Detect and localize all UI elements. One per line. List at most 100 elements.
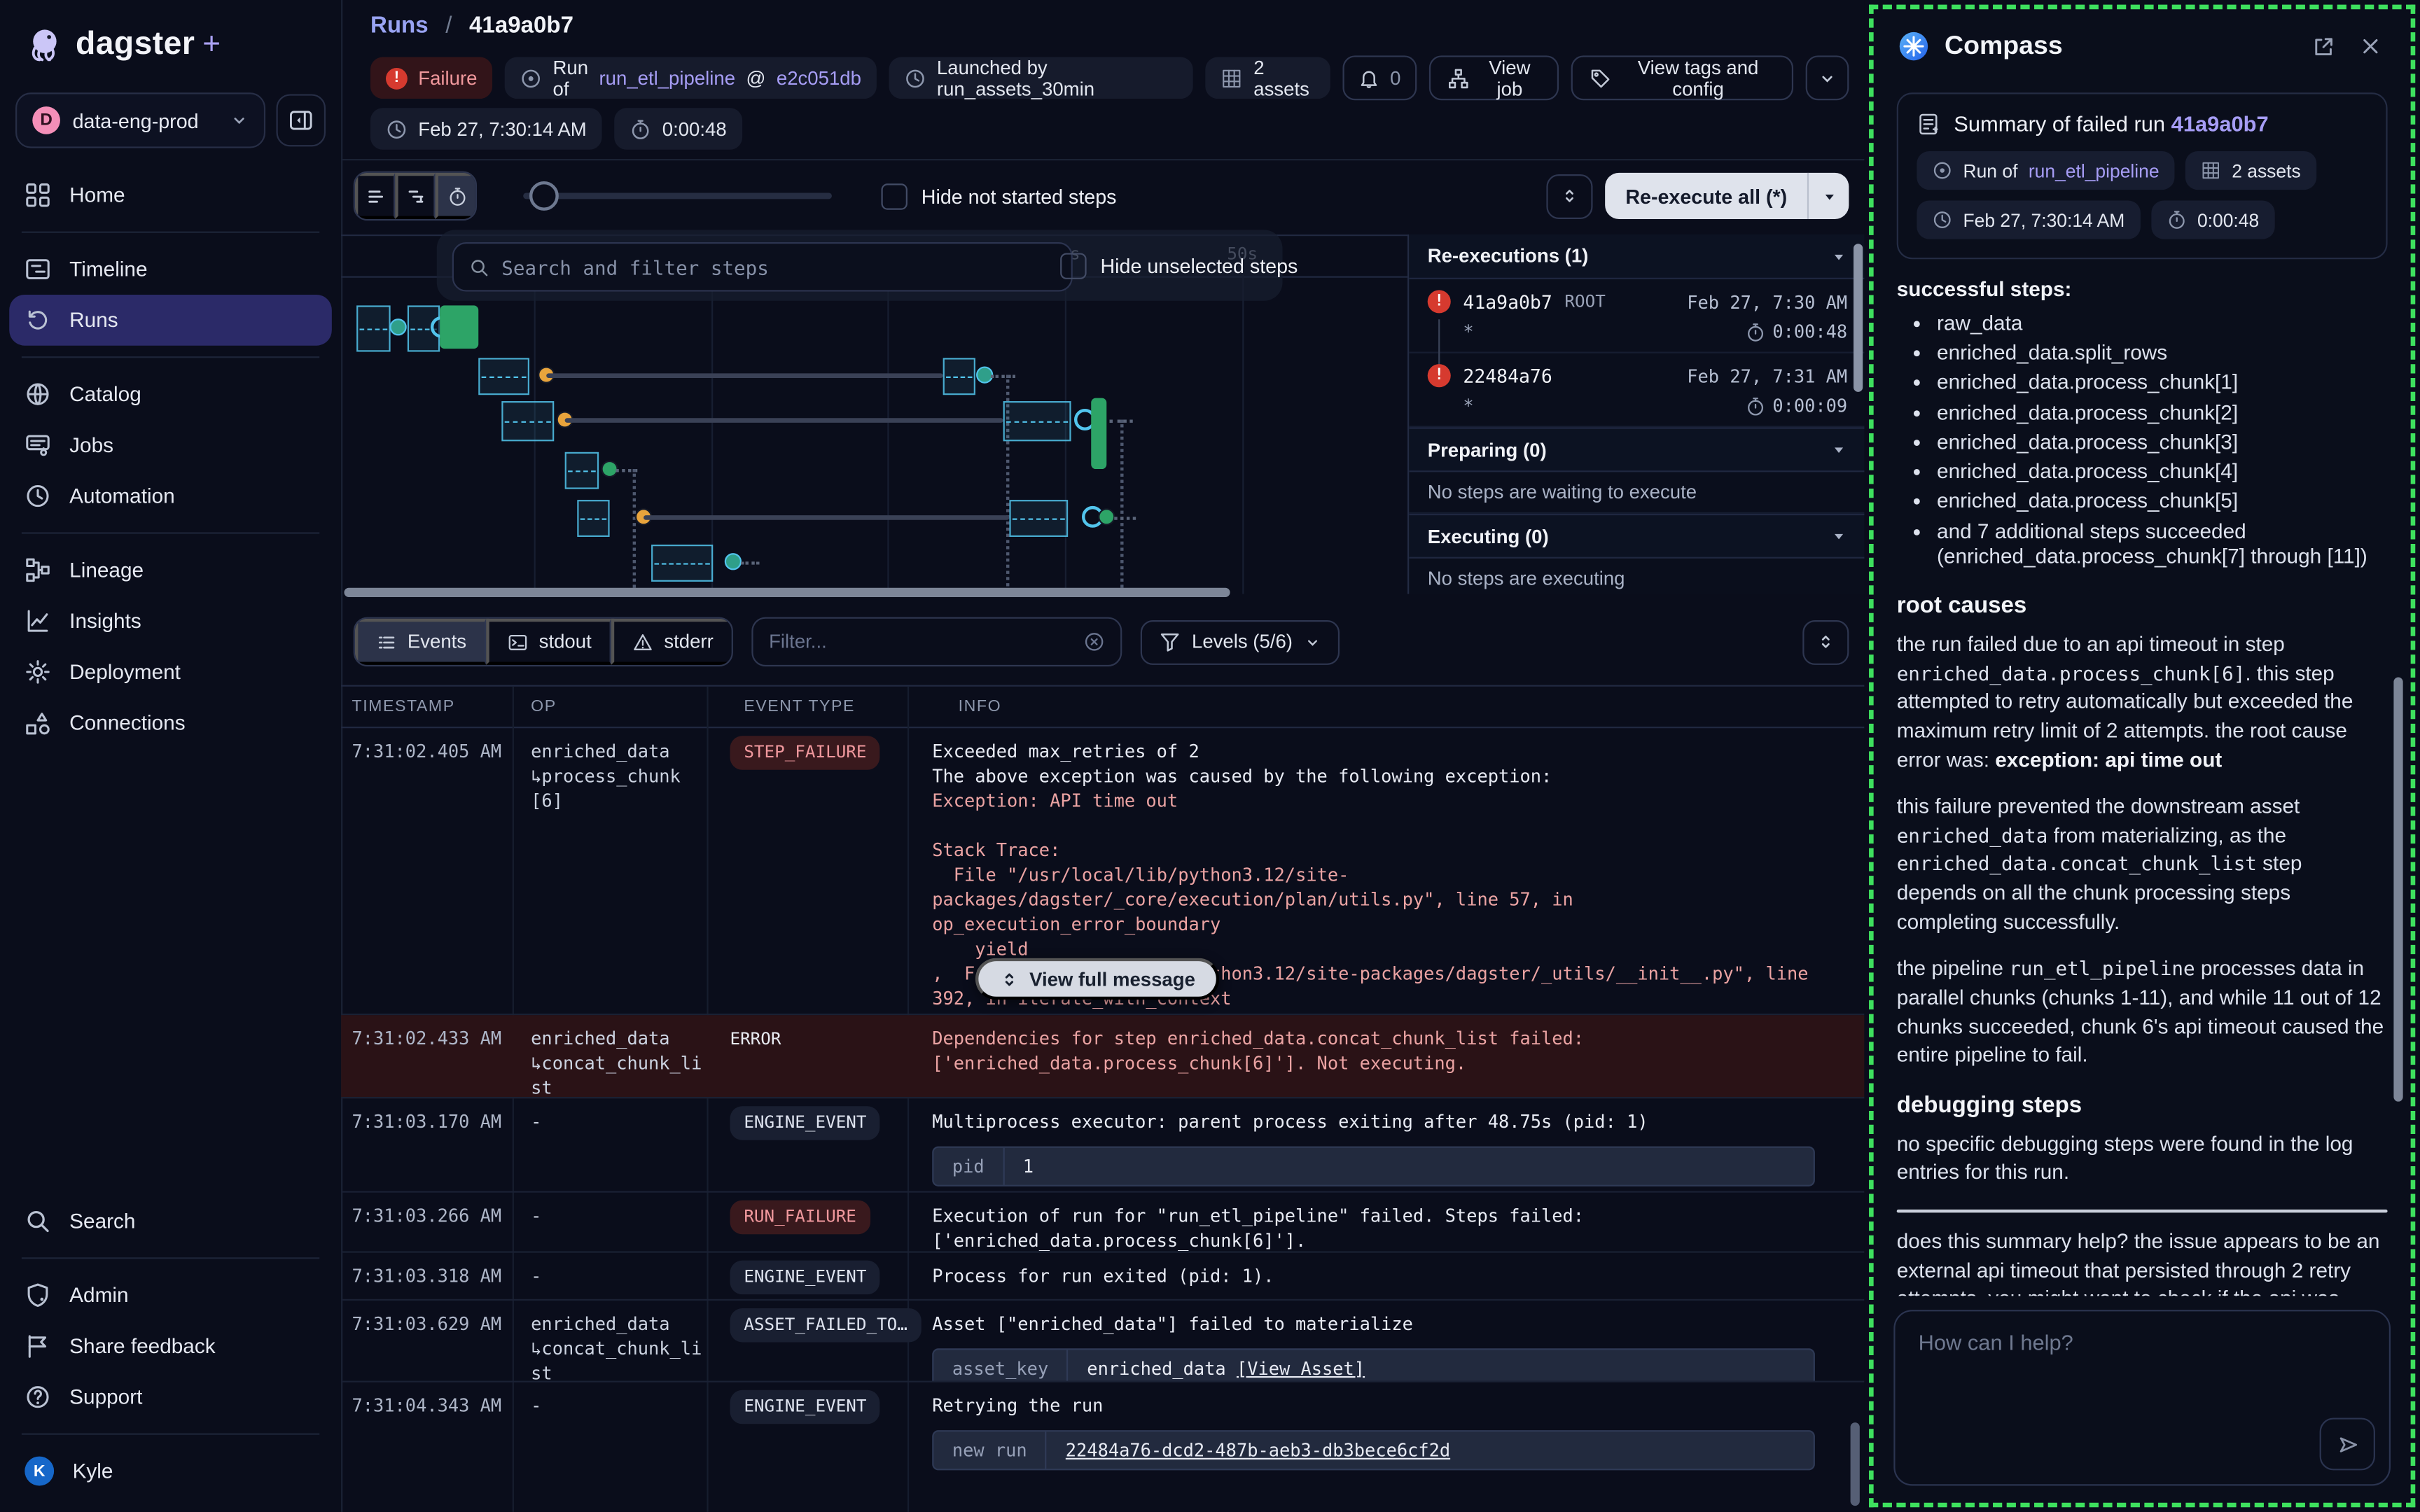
sidebar-item-label: Insights	[69, 610, 141, 633]
workspace-avatar: D	[32, 106, 60, 134]
sidebar-item-lineage[interactable]: Lineage	[9, 545, 332, 596]
sidebar-item-deployment[interactable]: Deployment	[9, 646, 332, 697]
section-empty-text: No steps are executing	[1409, 559, 1865, 594]
levels-dropdown[interactable]: Levels (5/6)	[1141, 620, 1339, 664]
re-execute-all-button[interactable]: Re-execute all (*)	[1606, 173, 1849, 219]
caret-down-icon	[1830, 528, 1847, 545]
gantt-success-bar[interactable]	[440, 305, 478, 349]
gantt-step-bar[interactable]	[1009, 500, 1068, 537]
sidebar-item-support[interactable]: Support	[9, 1371, 332, 1422]
sidebar-item-runs[interactable]: Runs	[9, 295, 332, 346]
flat-list-icon	[366, 186, 386, 206]
send-message-button[interactable]	[2320, 1418, 2375, 1470]
event-metadata-table: asset_keyenriched_data [View Asset]	[932, 1348, 1815, 1382]
chip-link[interactable]: run_etl_pipeline	[2029, 160, 2160, 181]
event-row[interactable]: 7:31:02.433 AMenriched_data↳concat_chunk…	[341, 1015, 1864, 1098]
event-row[interactable]: 7:31:03.629 AMenriched_data↳concat_chunk…	[341, 1301, 1864, 1382]
expand-all-rows-button[interactable]	[1802, 620, 1849, 664]
compass-body: Summary of failed run 41a9a0b7Run of run…	[1874, 83, 2411, 1296]
tab-stderr[interactable]: stderr	[611, 619, 732, 665]
compass-chat-input[interactable]: How can I help?	[1893, 1310, 2391, 1485]
sidebar-item-admin[interactable]: Admin	[9, 1270, 332, 1321]
gantt-dotted-line	[1120, 419, 1123, 592]
gantt-step-bar[interactable]	[1003, 401, 1071, 441]
section-header-preparing[interactable]: Preparing (0)	[1409, 428, 1865, 472]
gantt-success-bar[interactable]	[1091, 398, 1106, 469]
compass-paragraph: the pipeline run_etl_pipeline processes …	[1897, 955, 2388, 1070]
gantt-step-bar[interactable]	[356, 305, 390, 351]
user-menu[interactable]: KKyle	[9, 1446, 332, 1497]
funnel-icon	[1160, 631, 1181, 652]
bell-icon	[1358, 67, 1379, 89]
sidebar-item-insights[interactable]: Insights	[9, 596, 332, 647]
compass-scrollbar[interactable]	[2393, 678, 2402, 1102]
run-link[interactable]: e2c051db	[777, 67, 861, 89]
summary-chip: Run of run_etl_pipeline	[1917, 151, 2174, 190]
tab-stdout[interactable]: stdout	[487, 619, 612, 665]
filter-input[interactable]: Filter...	[752, 617, 1122, 667]
section-header-executing[interactable]: Executing (0)	[1409, 514, 1865, 559]
gantt-success-dot	[1098, 508, 1115, 525]
re-execution-row[interactable]: !41a9a0b7ROOTFeb 27, 7:30 AM*0:00:48	[1409, 279, 1865, 354]
info-line: Process for run exited (pid: 1).	[932, 1264, 1842, 1288]
sidebar-item-catalog[interactable]: Catalog	[9, 369, 332, 420]
close-compass-button[interactable]	[2353, 29, 2387, 63]
run-actions-menu-button[interactable]	[1805, 55, 1849, 100]
hide-not-started-checkbox[interactable]	[881, 183, 907, 209]
metadata-key: pid	[933, 1148, 1004, 1185]
event-row[interactable]: 7:31:03.318 AM-ENGINE_EVENTProcess for r…	[341, 1253, 1864, 1301]
gantt-step-bar[interactable]	[501, 401, 554, 441]
sidebar-item-timeline[interactable]: Timeline	[9, 244, 332, 295]
view-full-message-button[interactable]: View full message	[975, 958, 1220, 1000]
failure-icon: !	[1428, 290, 1451, 313]
gantt-step-bar[interactable]	[478, 358, 529, 395]
slider-handle[interactable]	[529, 181, 559, 211]
event-row[interactable]: 7:31:04.343 AM-ENGINE_EVENTRetrying the …	[341, 1382, 1864, 1512]
expand-collapse-button[interactable]	[1547, 174, 1593, 218]
re-execute-menu-button[interactable]	[1807, 173, 1849, 219]
gantt-step-bar[interactable]	[943, 358, 975, 395]
re-execution-row[interactable]: !22484a76Feb 27, 7:31 AM*0:00:09	[1409, 354, 1865, 428]
re-executions-header[interactable]: Re-executions (1)	[1409, 234, 1865, 279]
tab-events[interactable]: Events	[355, 619, 487, 665]
sidebar-item-connections[interactable]: Connections	[9, 697, 332, 748]
metadata-link[interactable]: [View Asset]	[1237, 1358, 1365, 1380]
gantt-step-bar[interactable]	[577, 500, 609, 537]
event-row[interactable]: 7:31:03.170 AM-ENGINE_EVENTMultiprocess …	[341, 1098, 1864, 1192]
sidebar-collapse-button[interactable]	[277, 94, 326, 146]
gantt-step-bar[interactable]	[565, 452, 599, 489]
tab-label: stdout	[539, 631, 592, 652]
timed-view-button[interactable]	[436, 173, 475, 219]
hide-unselected-checkbox[interactable]	[1060, 253, 1086, 279]
zoom-slider[interactable]	[523, 193, 832, 200]
chip-text: Launched by run_assets_30min	[937, 56, 1178, 99]
breadcrumb-runs-link[interactable]: Runs	[370, 13, 429, 38]
gantt-step-bar[interactable]	[651, 545, 713, 582]
event-timestamp: 7:31:03.170 AM	[341, 1098, 523, 1191]
sidebar-item-automation[interactable]: Automation	[9, 470, 332, 522]
waterfall-view-button[interactable]	[395, 173, 435, 219]
event-row[interactable]: 7:31:03.266 AM-RUN_FAILUREExecution of r…	[341, 1193, 1864, 1253]
events-scrollbar[interactable]	[1851, 1422, 1860, 1506]
sidebar-item-share-feedback[interactable]: Share feedback	[9, 1321, 332, 1372]
event-type-badge: ERROR	[730, 1023, 795, 1056]
metadata-link[interactable]: 22484a76-dcd2-487b-aeb3-db3bece6cf2d	[1066, 1439, 1450, 1461]
clear-filter-icon[interactable]	[1084, 631, 1106, 652]
hide-not-started-label: Hide not started steps	[922, 184, 1117, 207]
step-search-input[interactable]: Search and filter steps	[452, 242, 1073, 292]
sidebar-item-search[interactable]: Search	[9, 1196, 332, 1247]
workspace-selector[interactable]: D data-eng-prod	[15, 92, 265, 148]
alerts-button[interactable]: 0	[1342, 55, 1417, 100]
open-in-new-window-button[interactable]	[2306, 29, 2339, 63]
re-executions-scrollbar[interactable]	[1854, 244, 1863, 392]
run-link[interactable]: run_etl_pipeline	[599, 67, 735, 89]
table-header: TIMESTAMPOPEVENT TYPEINFO	[341, 687, 1864, 729]
sidebar-item-home[interactable]: Home	[9, 169, 332, 220]
event-info: Process for run exited (pid: 1).	[918, 1253, 1864, 1299]
info-line: File "/usr/local/lib/python3.12/site-pac…	[932, 862, 1842, 937]
gantt-horizontal-scrollbar[interactable]	[344, 588, 1230, 597]
view-tags-config-button[interactable]: View tags and config	[1571, 55, 1793, 100]
sidebar-item-jobs[interactable]: Jobs	[9, 419, 332, 470]
view-job-button[interactable]: View job	[1428, 55, 1558, 100]
flat-view-button[interactable]	[355, 173, 395, 219]
